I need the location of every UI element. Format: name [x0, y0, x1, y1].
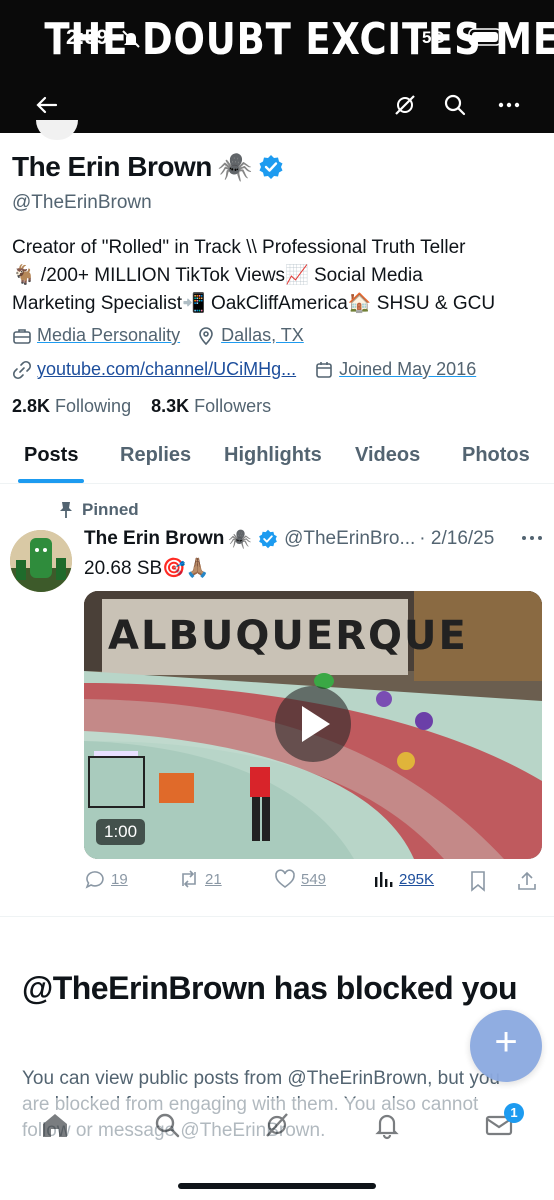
tab-videos[interactable]: Videos: [355, 444, 420, 467]
video-thumbnail: ALBUQUERQUE: [84, 591, 542, 859]
followers-count[interactable]: 8.3K: [151, 396, 189, 416]
post-date[interactable]: · 2/16/25: [419, 528, 494, 550]
bio-line: Marketing Specialist📲 OakCliffAmerica🏠 S…: [12, 293, 496, 314]
briefcase-icon: [13, 328, 31, 344]
pin-icon: [60, 502, 72, 518]
view-count: 295K: [399, 870, 435, 888]
calendar-icon: [316, 361, 332, 378]
profile-meta-row: Media Personality Dallas, TX: [12, 325, 304, 346]
search-icon[interactable]: [152, 1110, 182, 1140]
home-indicator: [178, 1183, 376, 1189]
heart-icon: [275, 869, 295, 888]
following-count[interactable]: 2.8K: [12, 396, 50, 416]
repost-action[interactable]: 21: [178, 868, 222, 890]
post-author-avatar[interactable]: [10, 530, 72, 592]
pinned-label-row: Pinned: [58, 500, 139, 520]
location-pin-icon: [199, 326, 213, 345]
messages-badge: 1: [504, 1103, 524, 1123]
tab-replies[interactable]: Replies: [120, 444, 191, 467]
profile-handle: @TheErinBrown: [12, 192, 152, 213]
profile-avatar[interactable]: [36, 120, 78, 140]
grok-icon[interactable]: [392, 92, 418, 118]
notifications-icon[interactable]: [372, 1110, 402, 1140]
post-author-name[interactable]: The Erin Brown: [84, 528, 224, 550]
profile-tabs: Posts Replies Highlights Videos Photos: [0, 436, 554, 484]
home-icon[interactable]: [40, 1110, 70, 1140]
like-action[interactable]: 549: [274, 868, 326, 890]
post-text: 20.68 SB🎯🙏🏽: [84, 558, 210, 579]
profile-name: The Erin Brown 🕷️: [12, 150, 284, 183]
reply-count: 19: [111, 870, 128, 888]
followers-label[interactable]: Followers: [194, 396, 271, 416]
like-count: 549: [301, 870, 327, 888]
grok-icon[interactable]: [262, 1110, 292, 1140]
profile-name-text: The Erin Brown: [12, 150, 212, 182]
profile-bio: Creator of "Rolled" in Track \\ Professi…: [12, 234, 548, 318]
views-icon: [375, 872, 393, 887]
website-link[interactable]: youtube.com/channel/UCiMHg...: [37, 359, 296, 380]
more-icon[interactable]: [496, 92, 522, 118]
verified-badge-icon[interactable]: [258, 154, 284, 180]
search-icon[interactable]: [442, 92, 468, 118]
video-banner-text: ALBUQUERQUE: [108, 613, 468, 659]
verified-badge-icon[interactable]: [258, 529, 278, 549]
post-actions: 19 21 549 295K: [84, 868, 544, 896]
overlay-caption: THE DOUBT EXCITES ME: [44, 14, 554, 65]
tab-highlights[interactable]: Highlights: [224, 444, 322, 467]
tab-photos[interactable]: Photos: [462, 444, 530, 467]
video-duration: 1:00: [96, 819, 146, 845]
share-icon[interactable]: [516, 870, 538, 892]
category-link[interactable]: Media Personality: [37, 325, 180, 346]
top-banner: 2:59 5G THE DOUBT EXCITES ME: [0, 0, 554, 133]
post-video[interactable]: ALBUQUERQUE 1:00: [84, 591, 542, 859]
active-tab-indicator: [18, 479, 84, 483]
bio-line: Creator of "Rolled" in Track \\ Professi…: [12, 237, 466, 258]
compose-post-button[interactable]: +: [470, 1010, 542, 1082]
compose-plus-icon: +: [494, 1020, 518, 1064]
post-divider: [0, 916, 554, 917]
link-icon: [12, 360, 32, 379]
repost-icon: [182, 870, 196, 888]
post-author-handle[interactable]: @TheErinBro...: [284, 528, 415, 550]
pinned-label: Pinned: [82, 500, 139, 519]
bio-line: 🐐 /200+ MILLION TikTok Views📈 Social Med…: [12, 265, 423, 286]
following-label[interactable]: Following: [55, 396, 131, 416]
tab-posts[interactable]: Posts: [24, 444, 78, 467]
profile-name-emoji: 🕷️: [217, 151, 253, 182]
profile-meta-row: youtube.com/channel/UCiMHg... Joined May…: [12, 359, 476, 380]
follow-stats: 2.8K Following 8.3K Followers: [12, 396, 271, 417]
reply-action[interactable]: 19: [84, 868, 128, 890]
views-action[interactable]: 295K: [372, 868, 434, 890]
post-author-emoji: 🕷️: [228, 529, 253, 550]
repost-count: 21: [205, 870, 222, 888]
location-link[interactable]: Dallas, TX: [221, 325, 304, 346]
post-header: The Erin Brown 🕷️ @TheErinBro... · 2/16/…: [84, 527, 494, 551]
post-more-icon[interactable]: [520, 528, 544, 548]
reply-icon: [85, 871, 104, 889]
bookmark-icon[interactable]: [468, 870, 488, 892]
back-arrow-icon[interactable]: [34, 92, 60, 118]
joined-date: Joined May 2016: [339, 359, 477, 379]
blocked-title: @TheErinBrown has blocked you: [22, 970, 518, 1006]
